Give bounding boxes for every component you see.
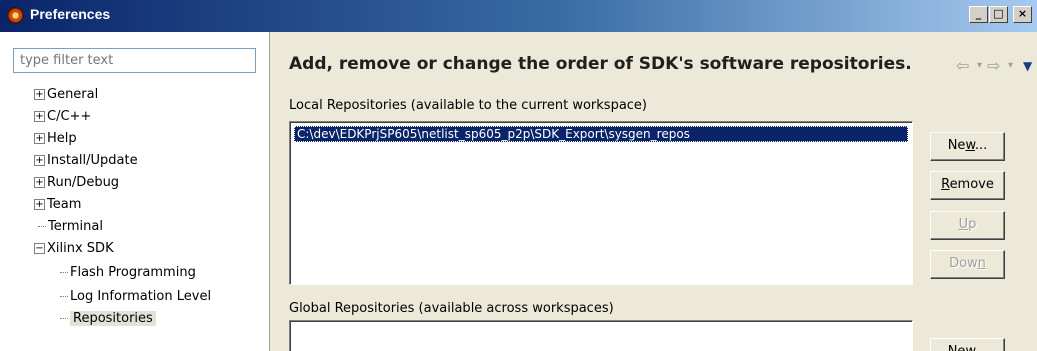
local-repositories-list[interactable]: C:\dev\EDKPrjSP605\netlist_sp605_p2p\SDK… (289, 121, 913, 285)
list-item[interactable]: C:\dev\EDKPrjSP605\netlist_sp605_p2p\SDK… (294, 126, 908, 142)
page-title: Add, remove or change the order of SDK's… (289, 54, 912, 74)
local-repositories-label: Local Repositories (available to the cur… (289, 98, 648, 113)
tree-item-install-update[interactable]: + Install/Update (34, 150, 138, 172)
tree-item-run-debug[interactable]: + Run/Debug (34, 172, 119, 194)
remove-button[interactable]: Remove (930, 171, 1005, 200)
new-global-repository-button[interactable]: New... (930, 338, 1005, 351)
maximize-button[interactable]: □ (989, 6, 1008, 23)
tree-item-terminal[interactable]: Terminal (38, 216, 103, 238)
tree-item-flash-programming[interactable]: Flash Programming (60, 262, 196, 284)
back-dropdown-icon[interactable]: ▾ (977, 60, 982, 71)
forward-dropdown-icon[interactable]: ▾ (1008, 60, 1013, 71)
tree-item-repositories[interactable]: Repositories (60, 308, 156, 330)
minimize-button[interactable]: _ (969, 6, 988, 23)
global-repositories-label: Global Repositories (available across wo… (289, 301, 614, 316)
filter-input[interactable] (13, 48, 256, 73)
down-button[interactable]: Down (930, 250, 1005, 279)
window-title: Preferences (30, 6, 111, 22)
tree-item-log-information-level[interactable]: Log Information Level (60, 286, 211, 308)
new-local-repository-button[interactable]: New... (930, 132, 1005, 161)
collapse-icon[interactable]: − (34, 243, 45, 254)
tree-item-xilinx-sdk[interactable]: − Xilinx SDK (34, 238, 114, 260)
global-repositories-list[interactable] (289, 320, 913, 351)
tree-item-help[interactable]: + Help (34, 128, 77, 150)
title-bar: Preferences _ □ × (0, 0, 1037, 32)
back-arrow-icon[interactable]: ⇦ (956, 56, 969, 75)
expand-icon[interactable]: + (34, 199, 45, 210)
tree-item-general[interactable]: + General (34, 84, 98, 106)
expand-icon[interactable]: + (34, 133, 45, 144)
expand-icon[interactable]: + (34, 111, 45, 122)
up-button[interactable]: Up (930, 211, 1005, 240)
expand-icon[interactable]: + (34, 177, 45, 188)
preferences-tree-pane: +General +C/C++ +Help +Install/Update +R… (0, 32, 270, 351)
expand-icon[interactable]: + (34, 89, 45, 100)
app-icon (7, 7, 24, 24)
tree-item-team[interactable]: + Team (34, 194, 81, 216)
tree-item-cpp[interactable]: + C/C++ (34, 106, 91, 128)
view-menu-icon[interactable]: ▼ (1023, 59, 1032, 73)
close-button[interactable]: × (1013, 6, 1032, 23)
repositories-page: Add, remove or change the order of SDK's… (271, 32, 1037, 351)
expand-icon[interactable]: + (34, 155, 45, 166)
page-header: Add, remove or change the order of SDK's… (271, 32, 1037, 94)
forward-arrow-icon[interactable]: ⇨ (987, 56, 1000, 75)
